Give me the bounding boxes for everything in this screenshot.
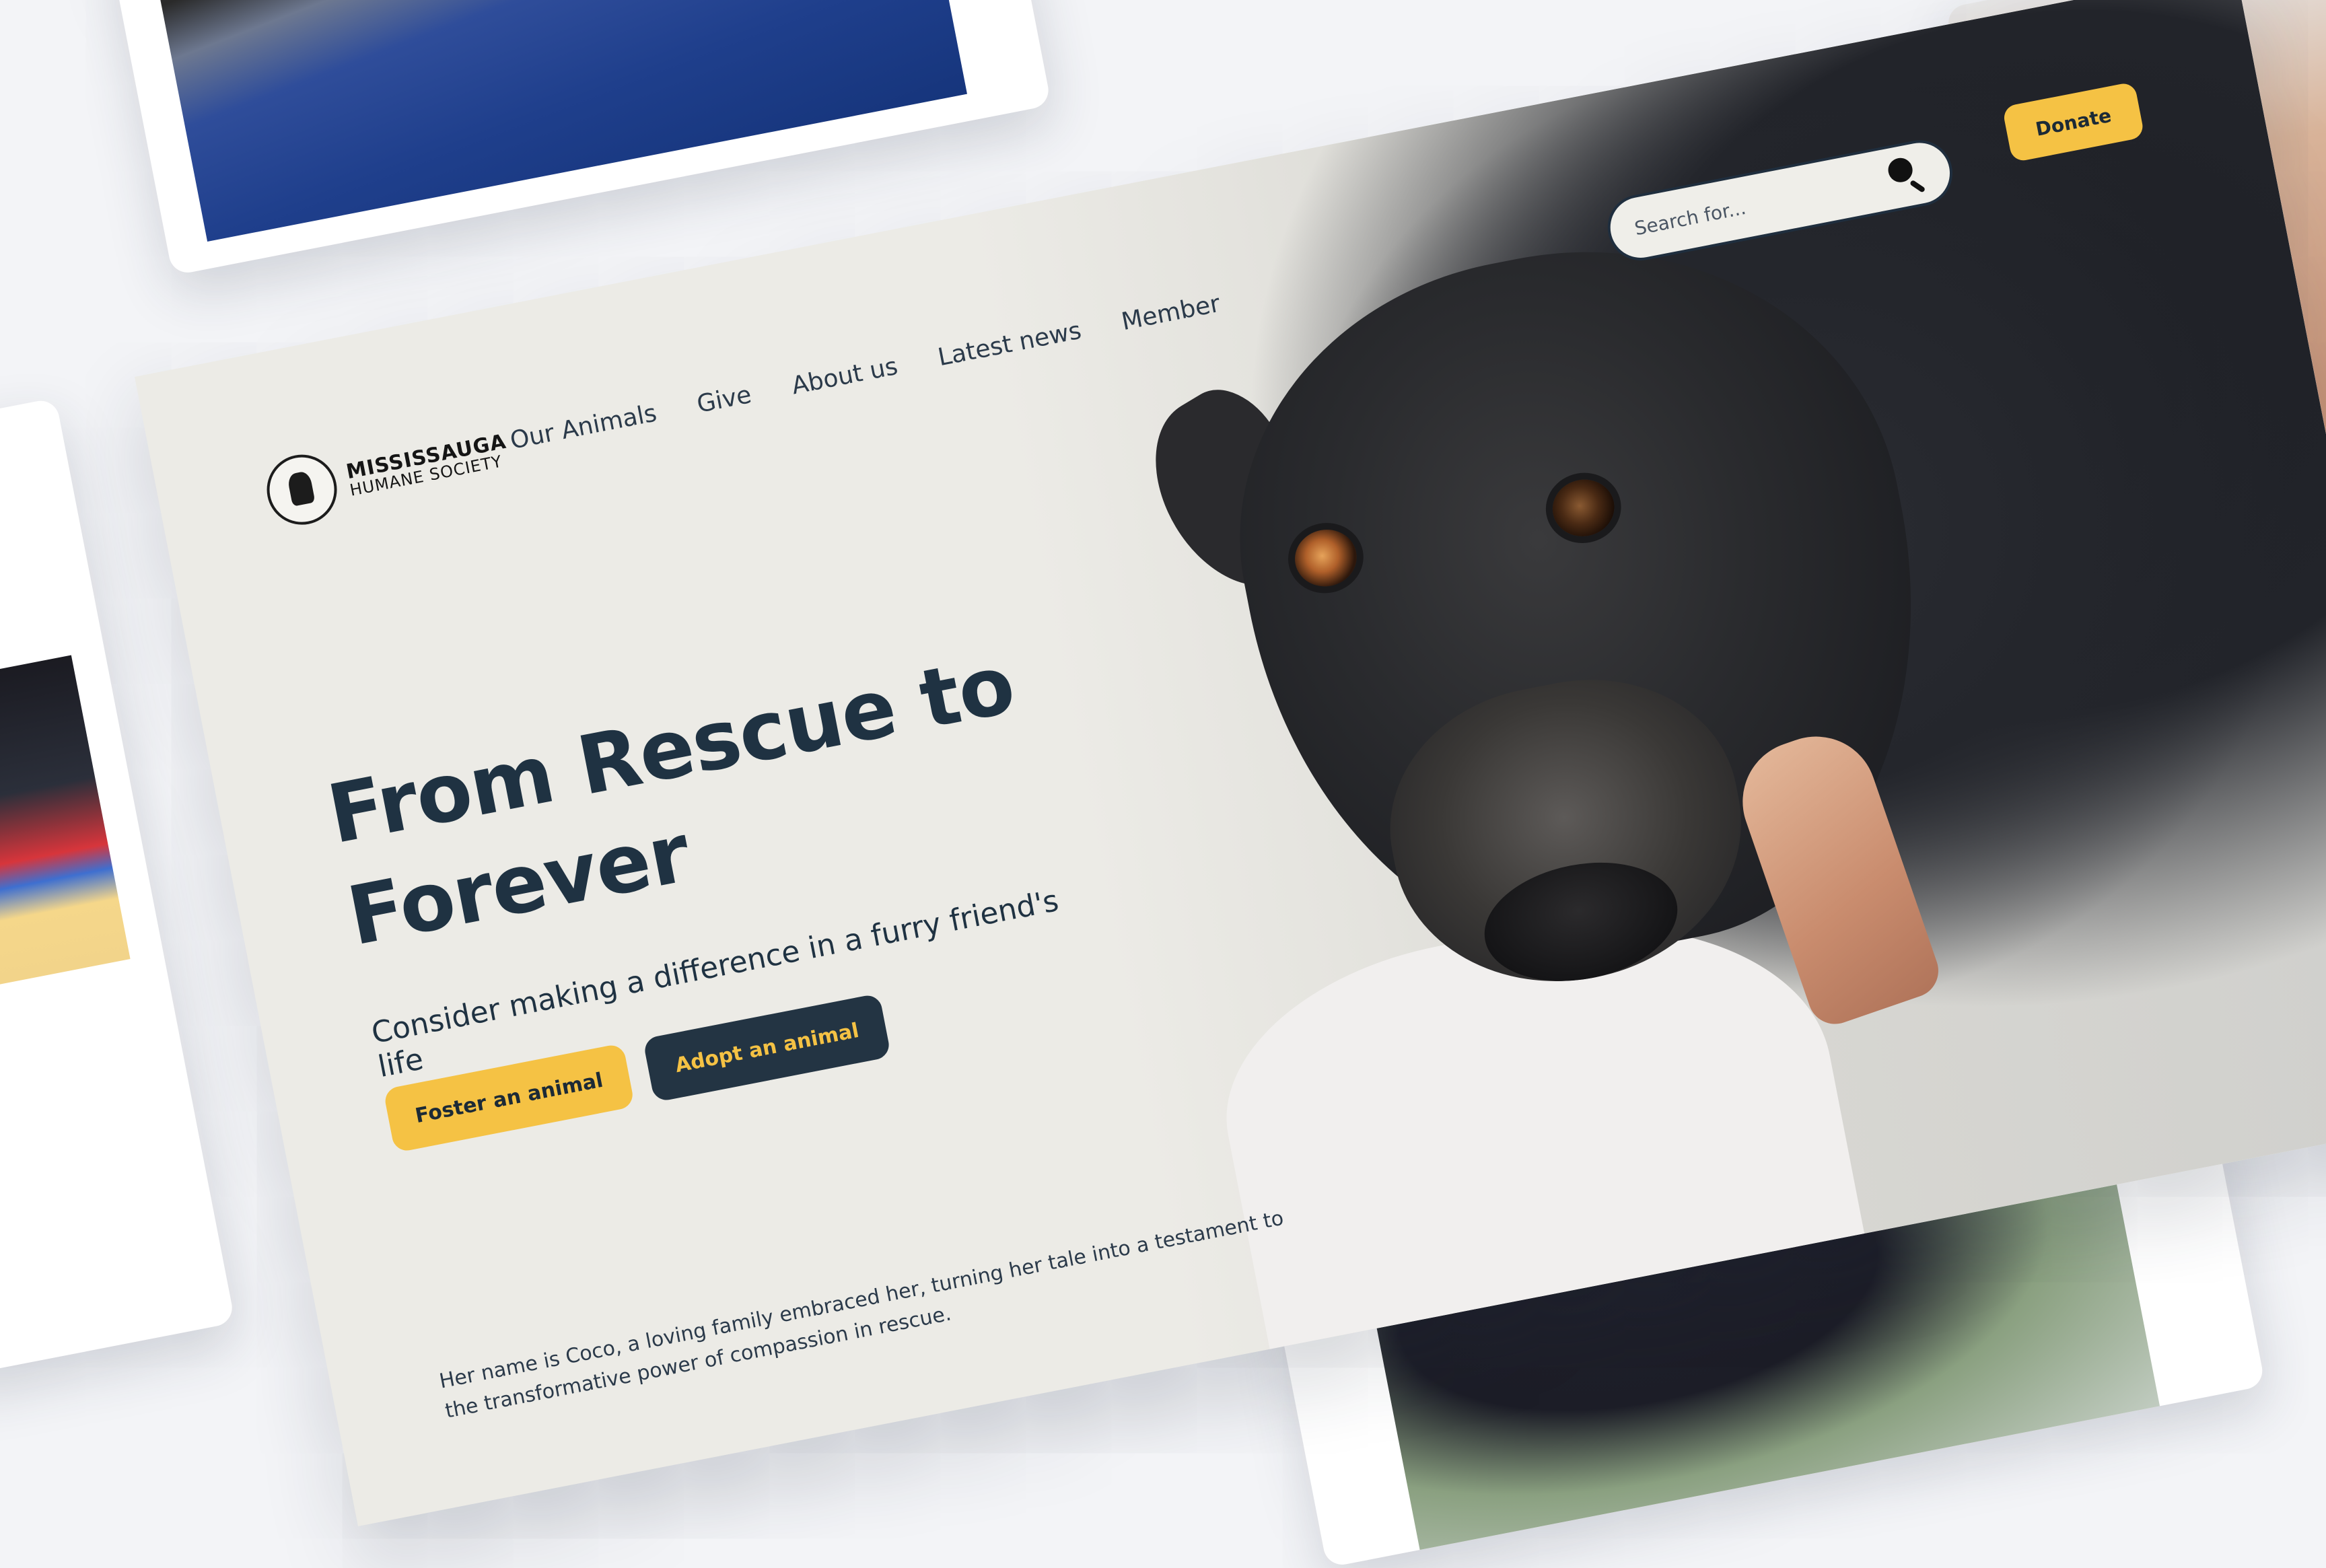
dog-on-blue-blanket-photo — [145, 0, 967, 242]
search-input[interactable] — [1631, 167, 1893, 241]
background-photo-left — [0, 655, 131, 990]
coco-story-text: Her name is Coco, a loving family embrac… — [437, 1206, 1286, 1423]
nav-item-about-us[interactable]: About us — [789, 353, 900, 400]
logo-text: MISSISSAUGA HUMANE SOCIETY — [344, 429, 512, 499]
nav-item-member[interactable]: Member — [1119, 290, 1222, 336]
nav-item-our-animals[interactable]: Our Animals — [508, 399, 660, 454]
nav-item-latest-news[interactable]: Latest news — [936, 317, 1084, 371]
nav-item-give[interactable]: Give — [695, 381, 754, 419]
donate-button[interactable]: Donate — [2002, 81, 2145, 163]
humane-society-emblem-icon — [260, 448, 343, 531]
site-logo[interactable]: MISSISSAUGA HUMANE SOCIETY — [260, 415, 515, 531]
search-icon[interactable] — [1886, 153, 1930, 198]
